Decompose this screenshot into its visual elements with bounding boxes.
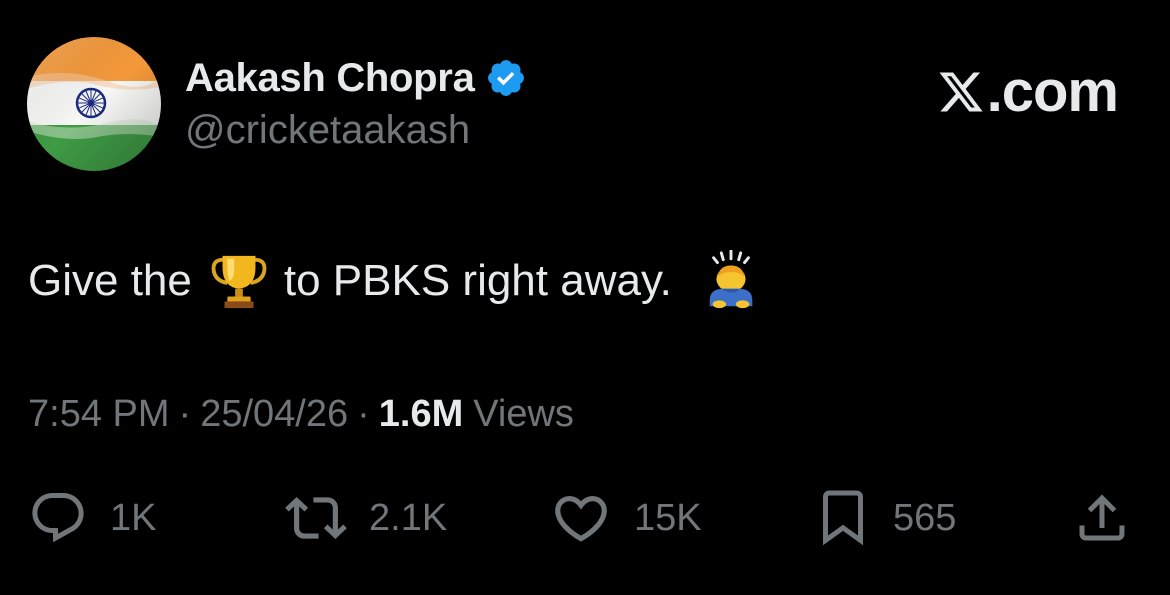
tweet-time[interactable]: 7:54 PM <box>28 393 170 436</box>
brand-label: .com <box>986 59 1119 124</box>
trophy-emoji-icon <box>208 250 270 312</box>
share-button[interactable] <box>1072 486 1132 550</box>
like-count: 15K <box>634 496 702 539</box>
tweet-text-start: Give the <box>28 256 192 305</box>
x-logo-icon <box>939 72 983 111</box>
retweet-icon <box>285 497 347 539</box>
tweet-text: Give the to PBKS right away. <box>28 249 762 312</box>
bookmark-count: 565 <box>893 496 957 539</box>
bookmark-button[interactable]: 565 <box>815 486 956 550</box>
author-handle[interactable]: @cricketaakash <box>185 108 470 153</box>
reply-icon <box>32 493 84 543</box>
heart-icon <box>555 496 607 542</box>
bookmark-icon <box>823 490 863 546</box>
x-com-brand: .com <box>937 58 1119 125</box>
action-bar: 1K 2.1K 15K 565 <box>0 486 1170 550</box>
reply-count: 1K <box>110 496 157 539</box>
meta-separator: · <box>178 393 192 435</box>
verified-badge-icon[interactable] <box>485 57 527 99</box>
views-label: Views <box>473 393 574 435</box>
india-flag-avatar-icon <box>27 37 161 171</box>
tweet-card: Aakash Chopra @cricketaakash .com Give t… <box>0 0 1170 595</box>
author-name-row: Aakash Chopra <box>185 52 527 104</box>
tweet-date[interactable]: 25/04/26 <box>200 393 348 436</box>
retweet-count: 2.1K <box>369 496 448 539</box>
views-count[interactable]: 1.6M <box>379 393 463 436</box>
bowing-person-emoji-icon <box>700 249 762 312</box>
author-display-name[interactable]: Aakash Chopra <box>185 56 475 101</box>
reply-button[interactable]: 1K <box>28 486 156 550</box>
share-icon <box>1079 494 1125 541</box>
meta-separator: · <box>357 393 370 435</box>
avatar[interactable] <box>27 37 161 171</box>
tweet-text-end: to PBKS right away. <box>283 256 672 305</box>
like-button[interactable]: 15K <box>550 486 702 550</box>
tweet-meta: 7:54 PM · 25/04/26 · 1.6M Views <box>28 393 574 436</box>
retweet-button[interactable]: 2.1K <box>285 486 447 550</box>
